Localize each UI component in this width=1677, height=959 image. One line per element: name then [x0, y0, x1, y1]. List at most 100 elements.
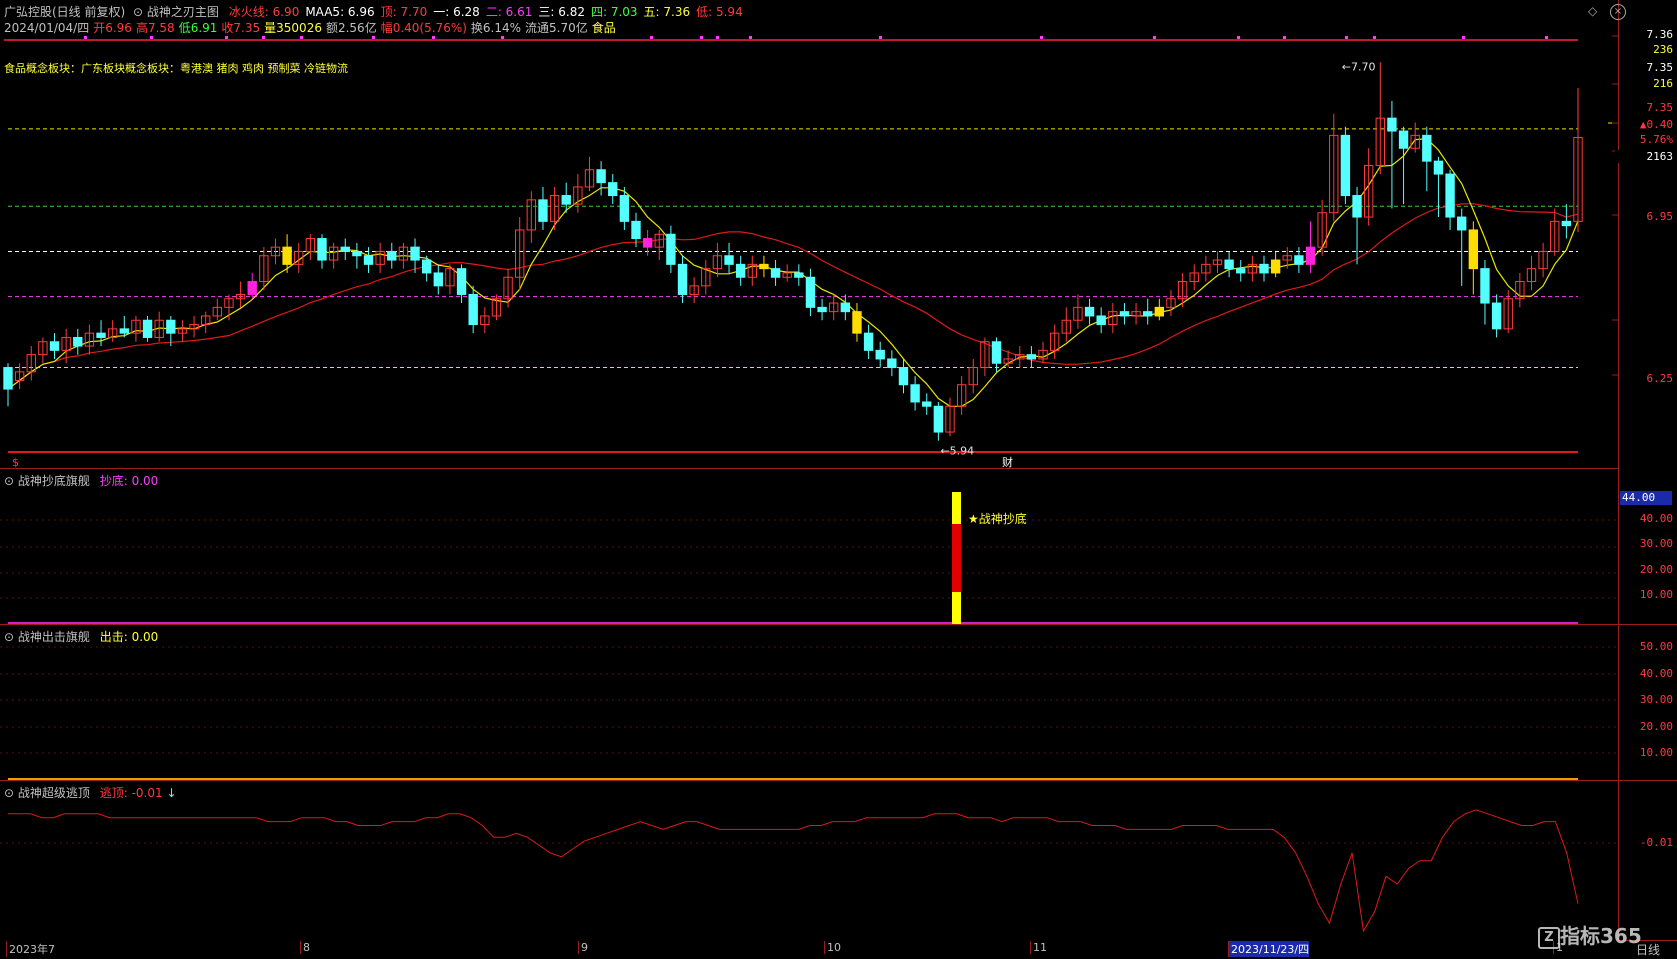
candle-body [73, 336, 83, 347]
candle [1561, 204, 1572, 239]
candle-body [840, 302, 851, 313]
panel2-axis-label-0: 40.00 [1639, 512, 1673, 525]
candle [491, 294, 502, 321]
event-marker [300, 36, 303, 39]
candle-body [1236, 268, 1246, 274]
candle-body [387, 250, 397, 261]
event-marker [1283, 36, 1286, 39]
event-marker [1545, 36, 1548, 39]
candle [1224, 251, 1234, 278]
date-axis-label-3: 10 [824, 941, 841, 954]
candle [1375, 62, 1385, 175]
candle [1445, 169, 1455, 230]
candle [689, 277, 699, 304]
price-axis-label-7: 2163 [1615, 150, 1677, 163]
candle [1398, 126, 1409, 205]
panel2-axis-label-3: 10.00 [1639, 588, 1673, 601]
candle [421, 255, 432, 282]
event-marker [650, 36, 653, 39]
event-marker [150, 36, 153, 39]
candle-body [538, 199, 548, 222]
candle [177, 320, 188, 342]
candle-body [759, 263, 769, 270]
event-marker [84, 36, 87, 39]
candle [701, 260, 711, 295]
candle [387, 242, 397, 269]
candle [1247, 255, 1258, 282]
candle-body [770, 268, 781, 278]
panel2-chart[interactable]: ★战神抄底 [0, 469, 1618, 624]
candle-body [1259, 263, 1269, 274]
candle-body [3, 367, 13, 390]
candle [1340, 126, 1351, 205]
event-marker [1373, 36, 1376, 39]
candle-body [1352, 195, 1362, 218]
candle [526, 191, 537, 243]
event-marker [1462, 36, 1465, 39]
candle [1259, 255, 1269, 282]
candle [328, 242, 339, 269]
candle [84, 324, 95, 355]
financial-marker: 财 [1002, 455, 1013, 468]
candle [340, 238, 350, 261]
candle-body [561, 195, 571, 205]
candle-body [1468, 229, 1479, 270]
event-marker [879, 36, 882, 39]
candle [991, 337, 1002, 372]
candle [1317, 199, 1327, 256]
candle [875, 341, 885, 368]
candle [317, 234, 327, 269]
candle [1538, 242, 1548, 278]
candle [26, 346, 36, 381]
candle-body [1480, 268, 1490, 304]
price-axis-label-2: 7.35 [1646, 61, 1674, 74]
candle-body [247, 281, 257, 295]
candle-body [642, 238, 653, 248]
candle-body [1445, 173, 1455, 218]
candle [1387, 100, 1397, 209]
candle [549, 186, 560, 230]
candle [212, 298, 223, 321]
bottom-signal-bar-mid [952, 524, 961, 592]
candle-body [1457, 216, 1467, 231]
candle [1491, 294, 1502, 338]
candle [794, 264, 804, 286]
candle-body [1143, 311, 1153, 317]
candle [96, 320, 106, 347]
candle [829, 294, 839, 321]
candle-body [410, 246, 420, 261]
candle-body [887, 358, 897, 369]
candle [352, 242, 362, 269]
candle [770, 260, 781, 286]
candle-body [282, 246, 292, 265]
candle [840, 294, 851, 321]
candle-body [363, 255, 374, 265]
event-marker [1040, 36, 1043, 39]
panel4-chart[interactable] [0, 781, 1618, 940]
candle [1061, 307, 1071, 342]
candle [1073, 294, 1083, 329]
panel3-axis-label-1: 40.00 [1639, 667, 1673, 680]
candle [375, 242, 385, 273]
dollar-marker: $ [12, 456, 19, 468]
candle [608, 174, 618, 205]
candle [956, 376, 967, 415]
candle [782, 264, 792, 282]
panel3-chart[interactable] [0, 625, 1618, 780]
event-marker [225, 36, 228, 39]
date-axis[interactable]: 2023年7 8 9 10 11 2023/11/23/四 1 [0, 940, 1618, 959]
candle-body [142, 319, 153, 338]
candle-body [863, 332, 874, 351]
candle [1515, 272, 1525, 308]
candle [445, 264, 455, 295]
candle-body [666, 233, 676, 265]
candle [433, 264, 443, 295]
candle-body [1422, 134, 1432, 162]
date-axis-label-1: 8 [300, 941, 310, 954]
candle [666, 225, 676, 273]
main-candlestick-chart[interactable]: ←7.70 ←5.94 财 $ [0, 0, 1618, 468]
candle [49, 333, 60, 359]
candle-body [1026, 354, 1037, 360]
candle-body [1270, 259, 1281, 274]
candle-body [1340, 134, 1351, 197]
